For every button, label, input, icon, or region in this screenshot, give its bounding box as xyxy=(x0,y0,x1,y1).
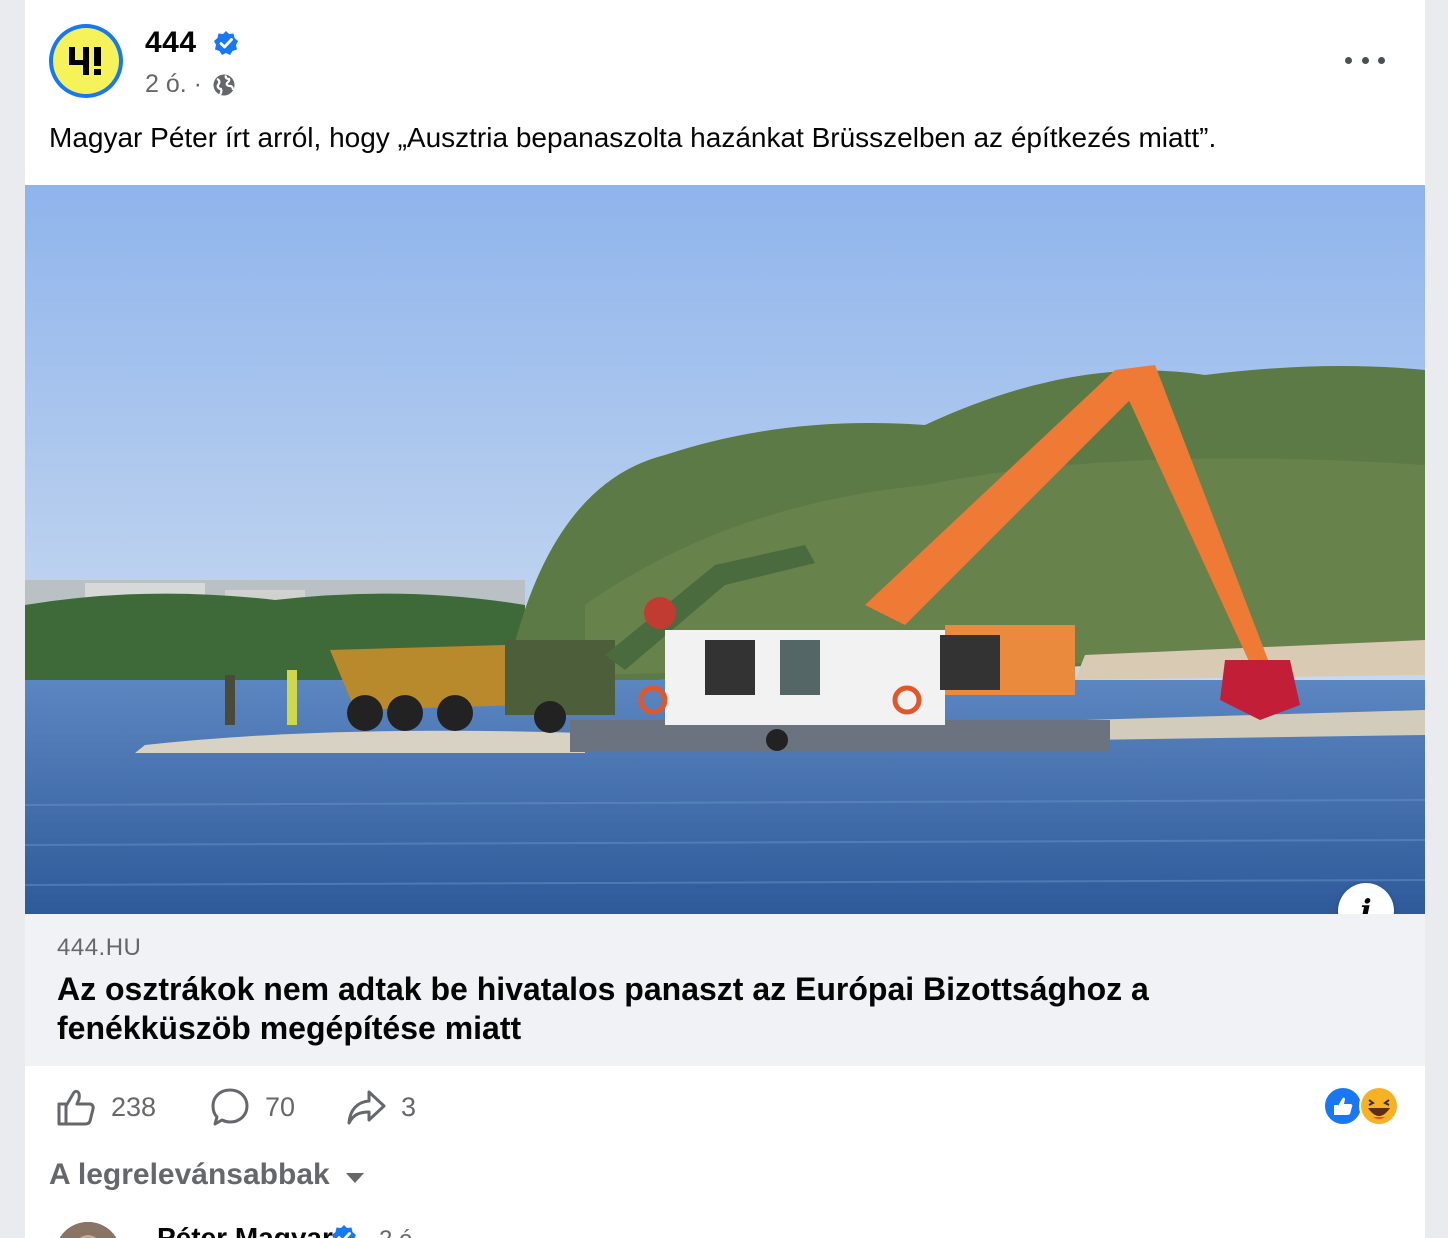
caret-down-icon xyxy=(345,1173,364,1183)
page-avatar[interactable] xyxy=(49,24,123,98)
globe-icon xyxy=(213,74,235,95)
comment-sort-label: A legrelevánsabbak xyxy=(49,1158,330,1191)
logo-444-icon xyxy=(69,47,101,75)
page-name[interactable]: 444 xyxy=(145,26,197,60)
more-dot-icon xyxy=(1345,56,1352,64)
post-meta: 2 ó. · xyxy=(145,70,236,99)
haha-reaction-icon xyxy=(1359,1086,1399,1126)
post-text: Magyar Péter írt arról, hogy „Ausztria b… xyxy=(49,122,1217,153)
post-time[interactable]: 2 ó. · xyxy=(145,70,202,99)
share-arrow-icon xyxy=(347,1090,386,1125)
commenter-name[interactable]: Péter Magyar xyxy=(157,1222,333,1238)
page-logo xyxy=(53,28,119,94)
comment-bubble-icon xyxy=(211,1088,249,1126)
link-domain: 444.HU xyxy=(57,934,142,961)
more-options-button[interactable] xyxy=(1345,48,1385,72)
person-photo xyxy=(55,1222,121,1238)
thumbs-up-icon xyxy=(57,1089,95,1126)
post-card: 444 2 ó. · Magyar Péter írt arról, hogy … xyxy=(25,0,1425,1238)
photo-construction-scene xyxy=(25,185,1425,914)
like-reaction-icon xyxy=(1323,1086,1363,1126)
share-count: 3 xyxy=(401,1091,417,1122)
verified-badge-icon xyxy=(214,31,238,55)
post-photo[interactable] xyxy=(25,185,1425,914)
comment-count: 70 xyxy=(265,1091,296,1122)
more-dot-icon xyxy=(1361,56,1369,64)
comment-time[interactable]: 2 ó. xyxy=(379,1226,419,1238)
like-button[interactable]: 238 xyxy=(55,1086,156,1128)
verified-badge-icon xyxy=(332,1225,356,1238)
link-headline[interactable]: Az osztrákok nem adtak be hivatalos pana… xyxy=(57,970,1257,1048)
link-preview[interactable]: 444.HU Az osztrákok nem adtak be hivatal… xyxy=(25,914,1425,1066)
comment-button[interactable]: 70 xyxy=(209,1086,295,1128)
action-bar: 238 70 3 xyxy=(25,1080,1425,1136)
more-dot-icon xyxy=(1378,56,1385,64)
commenter-avatar[interactable] xyxy=(55,1222,121,1238)
comment-sort-dropdown[interactable]: A legrelevánsabbak xyxy=(49,1158,364,1192)
reactions-summary[interactable] xyxy=(1323,1086,1403,1126)
like-count: 238 xyxy=(111,1091,157,1122)
share-button[interactable]: 3 xyxy=(345,1086,416,1128)
